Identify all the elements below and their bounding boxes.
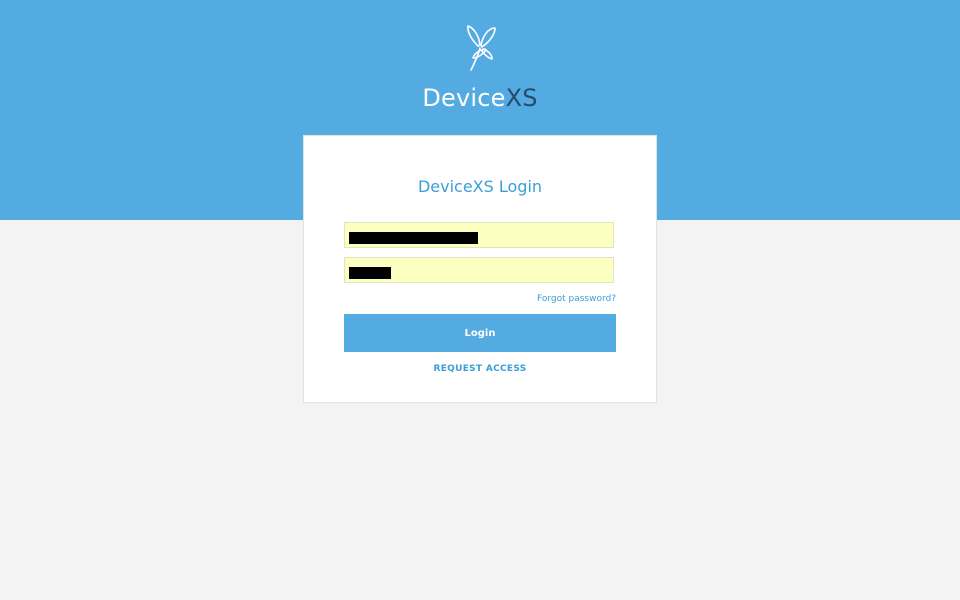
login-button[interactable]: Login	[344, 314, 616, 352]
redacted-username	[349, 232, 478, 244]
brand-name: DeviceXS	[0, 84, 960, 112]
brand-name-accent: XS	[505, 84, 538, 112]
request-access-link[interactable]: REQUEST ACCESS	[304, 364, 656, 374]
brand-name-main: Device	[422, 84, 506, 112]
forgot-password-link[interactable]: Forgot password?	[537, 294, 616, 304]
username-input[interactable]	[344, 222, 614, 248]
password-input[interactable]	[344, 257, 614, 283]
login-card: DeviceXS Login Forgot password? Login RE…	[303, 135, 657, 403]
login-page: DeviceXS DeviceXS Login Forgot password?…	[0, 0, 960, 600]
dragonfly-icon	[467, 25, 496, 71]
login-title: DeviceXS Login	[417, 177, 543, 196]
redacted-password	[349, 267, 391, 279]
